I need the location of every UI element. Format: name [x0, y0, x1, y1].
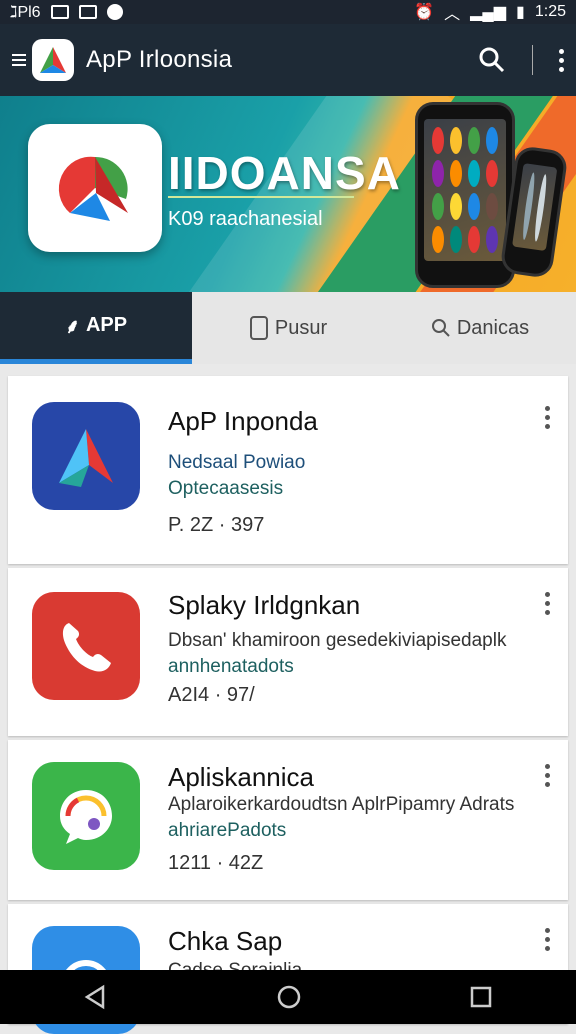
tab-app[interactable]: ⸙ APP	[0, 292, 192, 364]
app-title: Splaky Irldgnkan	[168, 590, 361, 620]
recents-icon[interactable]	[469, 985, 493, 1009]
system-nav-bar	[0, 970, 576, 1024]
app-title: Chka Sap	[168, 926, 283, 956]
app-category: ahriarePadots	[168, 820, 287, 841]
status-carrier: ℷPl6	[10, 4, 41, 21]
more-options-icon[interactable]	[545, 928, 550, 955]
tab-pusur[interactable]: Pusur	[192, 292, 384, 364]
banner-title: IIDOANSA	[168, 147, 401, 199]
overflow-menu-icon[interactable]	[559, 48, 564, 72]
banner-logo-icon	[28, 124, 162, 252]
banner-divider	[168, 196, 354, 198]
app-title: ApP Inponda	[168, 406, 318, 436]
list-item[interactable]: ApP Inponda Nedsaal Powiao Optecaasesis …	[8, 376, 568, 564]
app-stats: A2I4 · 97/	[168, 684, 255, 706]
tab-danicas[interactable]: Danicas	[384, 292, 576, 364]
back-icon[interactable]	[83, 984, 109, 1010]
toolbar-divider	[532, 45, 533, 75]
app-stats: P. 2Z · 397	[168, 514, 265, 536]
list-item[interactable]: Apliskannica Aplaroikerkardoudtsn AplrPi…	[8, 740, 568, 900]
gallery-icon	[50, 5, 69, 19]
search-icon[interactable]	[478, 46, 506, 74]
phone-image	[415, 102, 515, 288]
wifi-icon: ︿	[444, 6, 461, 23]
more-options-icon[interactable]	[545, 764, 550, 791]
menu-icon[interactable]	[12, 54, 26, 66]
list-item[interactable]: Splaky Irldgnkan Dbsan' khamiroon gesede…	[8, 568, 568, 736]
home-icon[interactable]	[276, 984, 302, 1010]
phone-handset-icon	[32, 592, 140, 700]
app-developer: Aplaroikerkardoudtsn AplrPipamry Adrats	[168, 794, 515, 815]
search-icon	[431, 319, 450, 337]
app-title: Apliskannica	[168, 762, 314, 792]
battery-icon: ▮	[516, 4, 525, 21]
logo-icon	[40, 47, 66, 73]
leaf-icon: ⸙	[64, 316, 80, 338]
app-bar: ApP Irloonsia	[0, 24, 576, 96]
phone-icon	[249, 316, 268, 340]
status-time: 1:25	[534, 3, 566, 20]
notification-icon	[106, 4, 123, 20]
banner-subtitle: K09 raachanesial	[168, 208, 323, 230]
app-category: Optecaasesis	[168, 478, 284, 499]
signal-icon: ▂▄▆	[470, 4, 507, 21]
arrow-logo-icon	[32, 402, 140, 510]
chat-gear-icon	[32, 762, 140, 870]
status-bar: ℷPl6 ⏰ ︿ ▂▄▆ ▮ 1:25	[0, 0, 576, 24]
more-options-icon[interactable]	[545, 592, 550, 619]
app-developer: Dbsan' khamiroon gesedekiviapisedaplk	[168, 630, 507, 651]
app-logo	[32, 39, 74, 81]
app-title: ApP Irloonsia	[86, 46, 233, 73]
more-options-icon[interactable]	[545, 406, 550, 433]
tab-bar: ⸙ APP Pusur Danicas	[0, 292, 576, 364]
alarm-icon: ⏰	[414, 4, 435, 21]
app-developer: Nedsaal Powiao	[168, 452, 306, 473]
promo-banner[interactable]: IIDOANSA K09 raachanesial	[0, 96, 576, 292]
app-stats: 1211 · 42Z	[168, 852, 264, 874]
window-icon	[78, 5, 97, 19]
app-category: annhenatadots	[168, 656, 294, 677]
